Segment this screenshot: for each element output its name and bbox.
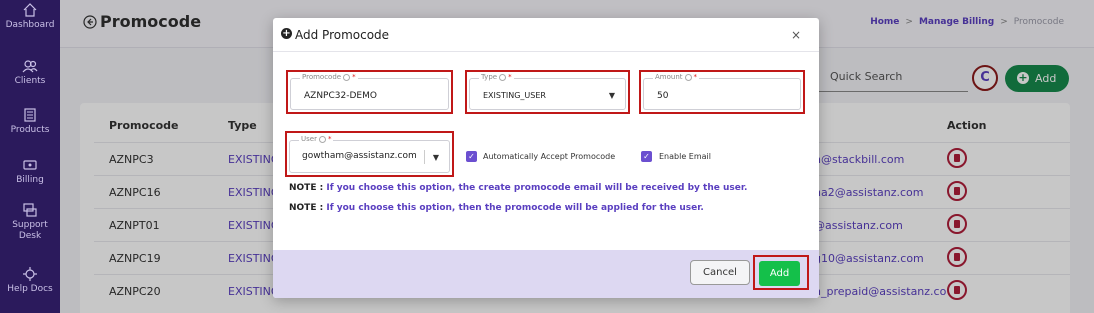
user-select[interactable]: User * gowtham@assistanz.com ▼ [289,135,450,173]
billing-icon [22,157,38,173]
help-icon [22,266,38,282]
amount-field-label: Amount [655,73,683,81]
note-applied-text: If you choose this option, then the prom… [326,203,704,213]
auto-accept-label[interactable]: Automatically Accept Promocode [483,152,615,161]
select-divider [424,150,425,164]
required-mark: * [508,73,512,81]
note-email-text: If you choose this option, the create pr… [326,183,748,193]
sidebar-item-label: Help Docs [7,284,53,294]
sidebar-item-dashboard[interactable]: Dashboard [0,2,60,31]
home-icon [22,2,38,18]
chevron-down-icon[interactable]: ▼ [609,91,615,100]
sidebar-item-label: Products [10,125,50,135]
sidebar-item-label: Dashboard [5,20,55,30]
promocode-field[interactable]: Promocode * AZNPC32-DEMO [290,73,449,110]
note-email: NOTE : If you choose this option, the cr… [289,183,747,193]
support-icon [22,202,38,218]
cancel-button[interactable]: Cancel [690,260,750,285]
note-applied: NOTE : If you choose this option, then t… [289,203,704,213]
info-icon [318,135,326,143]
auto-accept-checkbox[interactable]: ✓ [466,151,477,162]
promocode-value: AZNPC32-DEMO [304,91,377,101]
sidebar-item-label: Support Desk [12,220,48,241]
sidebar-item-label: Billing [16,175,44,185]
sidebar-item-billing[interactable]: Billing [0,157,60,186]
sidebar-item-help-docs[interactable]: Help Docs [0,266,60,295]
modal-header: + Add Promocode × [273,18,819,52]
sidebar: Dashboard Clients Products Billing Suppo… [0,0,60,313]
sidebar-item-clients[interactable]: Clients [0,58,60,87]
plus-circle-icon: + [281,28,292,39]
products-icon [22,107,38,123]
enable-email-label[interactable]: Enable Email [659,152,711,161]
enable-email-checkbox[interactable]: ✓ [641,151,652,162]
note-prefix: NOTE : [289,203,324,213]
amount-field[interactable]: Amount * 50 [643,73,801,110]
chevron-down-icon[interactable]: ▼ [433,153,439,162]
amount-value: 50 [657,91,669,101]
sidebar-item-support-desk[interactable]: Support Desk [0,202,60,242]
type-field-label: Type [481,73,498,81]
required-mark: * [693,73,698,81]
user-value: gowtham@assistanz.com [302,151,417,161]
info-icon [343,73,351,81]
note-prefix: NOTE : [289,183,324,193]
close-icon[interactable]: × [791,28,801,42]
sidebar-item-label: Clients [14,76,46,86]
required-mark: * [327,135,332,143]
sidebar-item-products[interactable]: Products [0,107,60,136]
required-mark: * [352,73,356,81]
modal-add-button[interactable]: Add [759,261,800,286]
users-icon [22,58,38,74]
add-promocode-modal: + Add Promocode × Promocode * AZNPC32-DEM… [273,18,819,298]
type-select[interactable]: Type * EXISTING_USER ▼ [469,73,626,110]
info-icon [684,73,692,81]
type-value: EXISTING_USER [483,91,546,100]
info-icon [499,73,507,81]
promocode-field-label: Promocode [302,73,342,81]
user-field-label: User [301,135,317,143]
modal-title: Add Promocode [295,28,390,42]
